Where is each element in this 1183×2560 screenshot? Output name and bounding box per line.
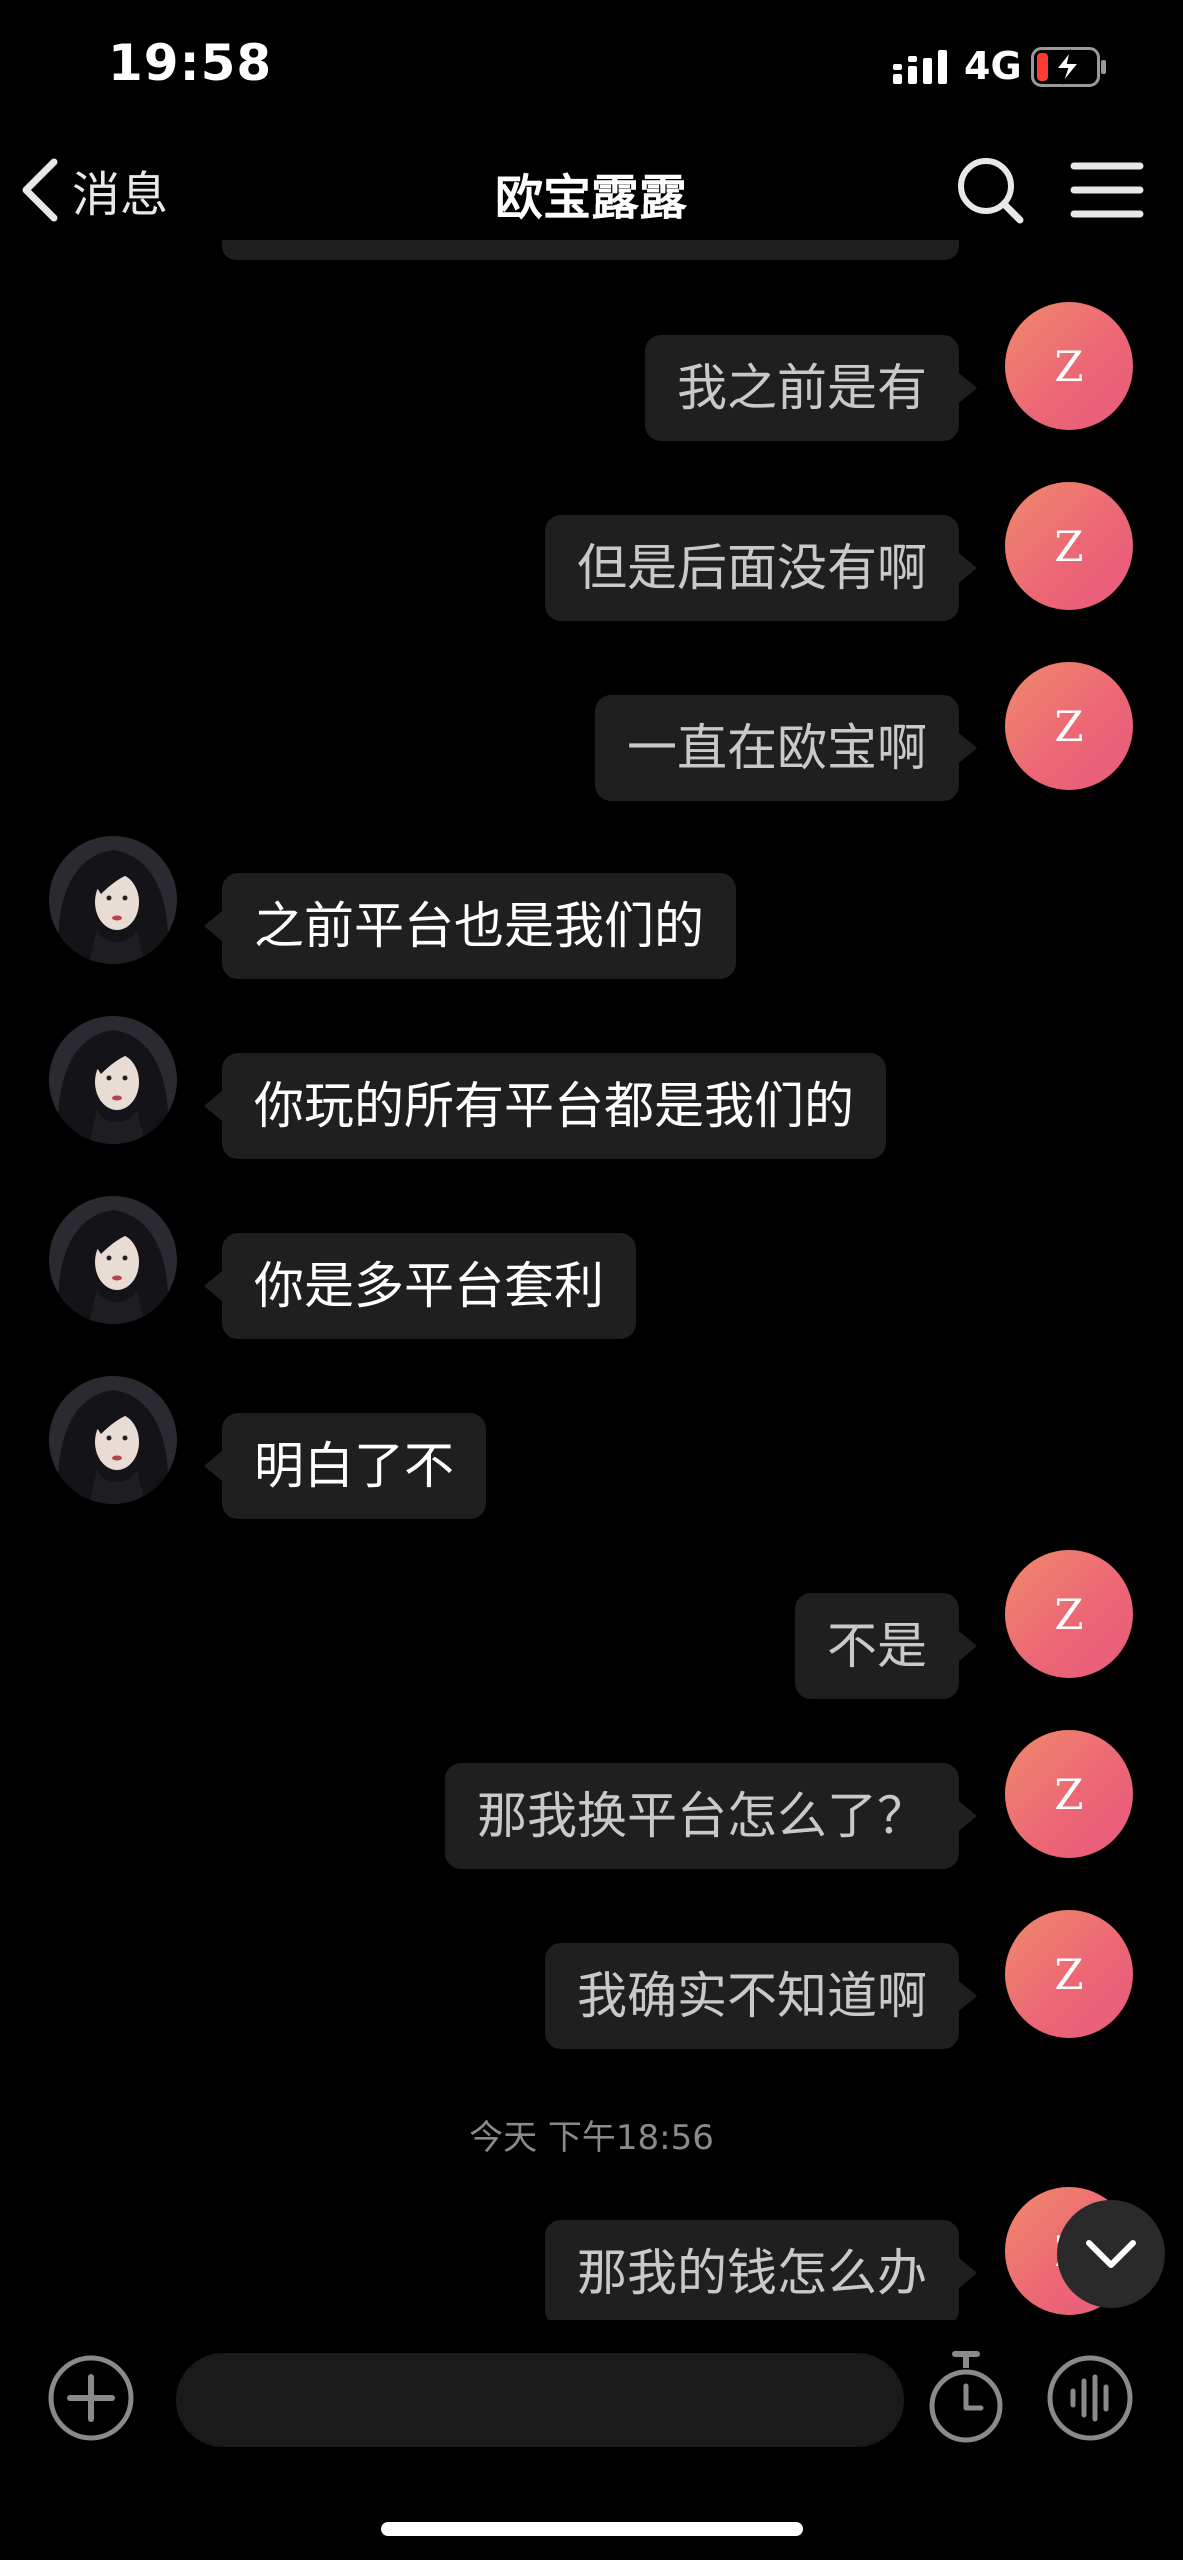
contact-avatar[interactable] (49, 1376, 177, 1504)
message-bubble-sent[interactable]: 我确实不知道啊 (545, 1943, 977, 2049)
message-bubble-partial (222, 240, 959, 260)
message-bubble-sent[interactable]: 我之前是有 (645, 335, 977, 441)
message-input[interactable] (176, 2353, 904, 2447)
voice-wave-icon[interactable] (1045, 2353, 1135, 2443)
add-icon[interactable] (46, 2353, 136, 2443)
back-button[interactable]: 消息 (18, 152, 168, 228)
status-time: 19:58 (108, 34, 273, 92)
nav-bar: 消息 欧宝露露 (0, 140, 1183, 240)
contact-avatar[interactable] (49, 836, 177, 964)
chevron-down-icon (1086, 2240, 1136, 2268)
chat-area[interactable]: 我之前是有 Z 但是后面没有啊 Z 一直在欧宝啊 Z 之前平台也是我们的 你玩的… (0, 240, 1183, 2320)
scroll-to-bottom-button[interactable] (1057, 2200, 1165, 2308)
message-bubble-sent[interactable]: 那我换平台怎么了？ (445, 1763, 977, 1869)
status-bar: 19:58 4G (0, 0, 1183, 140)
contact-avatar[interactable] (49, 1016, 177, 1144)
menu-icon[interactable] (1062, 150, 1152, 230)
user-avatar[interactable]: Z (1005, 1730, 1133, 1858)
page-title: 欧宝露露 (494, 170, 687, 226)
home-indicator[interactable] (381, 2522, 803, 2536)
message-bubble-sent[interactable]: 不是 (795, 1593, 977, 1699)
battery-charging-icon (1031, 47, 1106, 87)
user-avatar[interactable]: Z (1005, 302, 1133, 430)
user-avatar[interactable]: Z (1005, 662, 1133, 790)
search-icon[interactable] (950, 150, 1030, 230)
message-bubble-sent[interactable]: 那我的钱怎么办 (545, 2220, 977, 2320)
message-bubble-sent[interactable]: 一直在欧宝啊 (595, 695, 977, 801)
signal-icon (893, 50, 947, 84)
message-bubble-received[interactable]: 明白了不 (204, 1413, 486, 1519)
user-avatar[interactable]: Z (1005, 1910, 1133, 2038)
network-label: 4G (964, 44, 1022, 88)
contact-avatar[interactable] (49, 1196, 177, 1324)
message-timestamp: 今天 下午18:56 (469, 2118, 714, 2158)
user-avatar[interactable]: Z (1005, 482, 1133, 610)
chevron-left-icon (22, 158, 58, 222)
back-label: 消息 (72, 167, 169, 223)
message-bubble-received[interactable]: 之前平台也是我们的 (204, 873, 736, 979)
user-avatar[interactable]: Z (1005, 1550, 1133, 1678)
message-bubble-received[interactable]: 你是多平台套利 (204, 1233, 636, 1339)
input-bar (0, 2330, 1183, 2470)
message-bubble-sent[interactable]: 但是后面没有啊 (545, 515, 977, 621)
timer-icon[interactable] (925, 2346, 1007, 2450)
message-bubble-received[interactable]: 你玩的所有平台都是我们的 (204, 1053, 886, 1159)
